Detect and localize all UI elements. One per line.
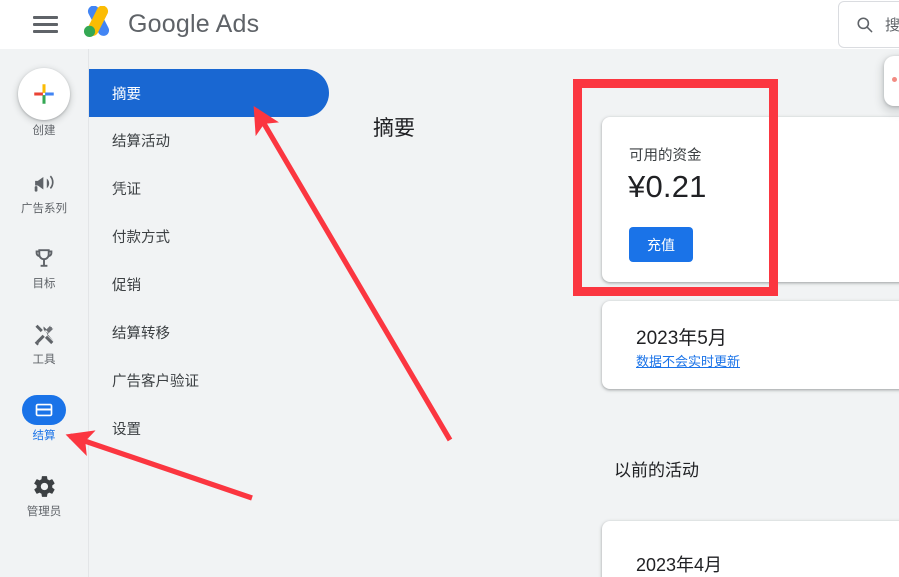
- gear-icon: [22, 471, 66, 501]
- sidebar-item-billing[interactable]: 结算: [0, 395, 88, 443]
- data-not-realtime-link[interactable]: 数据不会实时更新: [636, 351, 740, 370]
- sidebar-item-create-label: 创建: [32, 125, 56, 137]
- subnav-item-advertiser-verification-label: 广告客户验证: [112, 373, 199, 390]
- billing-card-icon: [22, 395, 66, 425]
- brand-google: Google: [128, 10, 210, 38]
- subnav-item-promotions-label: 促销: [112, 277, 141, 294]
- top-up-button[interactable]: 充值: [629, 227, 693, 262]
- billing-sub-nav: 摘要 结算活动 凭证 付款方式 促销 结算转移 广告客户验证 设置: [89, 49, 335, 577]
- subnav-item-summary[interactable]: 摘要: [89, 69, 329, 117]
- trophy-icon: [22, 243, 66, 273]
- subnav-item-payment-methods-label: 付款方式: [112, 229, 170, 246]
- subnav-item-billing-transfer[interactable]: 结算转移: [89, 308, 329, 356]
- available-funds-label: 可用的资金: [629, 148, 702, 164]
- subnav-item-settings[interactable]: 设置: [89, 404, 329, 452]
- status-dot-icon: [892, 77, 897, 82]
- subnav-item-documents-label: 凭证: [112, 181, 141, 198]
- sidebar-item-tools-label: 工具: [32, 354, 56, 366]
- available-funds-amount: ¥0.21: [628, 169, 707, 204]
- sidebar-item-goals[interactable]: 目标: [0, 243, 88, 291]
- current-month-title: 2023年5月: [636, 328, 727, 349]
- subnav-item-summary-label: 摘要: [112, 86, 141, 103]
- google-ads-logo[interactable]: Google Ads: [78, 6, 259, 42]
- previous-activity-month: 2023年4月: [636, 555, 723, 575]
- subnav-item-billing-activity[interactable]: 结算活动: [89, 116, 329, 164]
- subnav-item-promotions[interactable]: 促销: [89, 260, 329, 308]
- subnav-item-settings-label: 设置: [112, 421, 141, 438]
- sidebar-item-campaigns-label: 广告系列: [21, 203, 67, 215]
- main-content: 摘要 可用的资金 ¥0.21 充值 2023年5月 数据不会实时更新 四月 ¥2…: [335, 49, 899, 577]
- subnav-item-documents[interactable]: 凭证: [89, 164, 329, 212]
- hamburger-menu-icon[interactable]: [33, 15, 58, 34]
- subnav-item-advertiser-verification[interactable]: 广告客户验证: [89, 356, 329, 404]
- previous-activity-heading: 以前的活动: [614, 461, 699, 480]
- hamburger-line: [33, 16, 58, 19]
- top-app-bar: Google Ads 搜: [0, 0, 899, 49]
- search-input-text: 搜: [885, 17, 899, 34]
- current-month-card: 2023年5月 数据不会实时更新 四月 ¥20: [602, 301, 899, 389]
- sidebar-item-billing-label: 结算: [32, 430, 56, 442]
- tools-icon: [22, 319, 66, 349]
- previous-activity-card: 2023年4月: [602, 521, 899, 577]
- subnav-item-payment-methods[interactable]: 付款方式: [89, 212, 329, 260]
- plus-icon: [18, 68, 70, 120]
- megaphone-icon: [22, 168, 66, 198]
- hamburger-line: [33, 30, 58, 33]
- primary-nav-rail: 创建 广告系列 目标 工具 结算 管理员: [0, 49, 89, 577]
- sidebar-item-create[interactable]: 创建: [0, 68, 88, 138]
- google-ads-logo-icon: [83, 6, 109, 37]
- search-input[interactable]: 搜: [838, 1, 899, 48]
- hamburger-line: [33, 23, 58, 26]
- brand-ads: Ads: [215, 10, 260, 38]
- floating-notification-card[interactable]: [884, 56, 899, 106]
- sidebar-item-admin[interactable]: 管理员: [0, 471, 88, 519]
- subnav-item-billing-transfer-label: 结算转移: [112, 325, 170, 342]
- brand-text: Google Ads: [128, 6, 259, 42]
- search-icon: [857, 17, 873, 33]
- sidebar-item-campaigns[interactable]: 广告系列: [0, 168, 88, 216]
- available-funds-card: 可用的资金 ¥0.21 充值: [602, 117, 899, 282]
- sidebar-item-tools[interactable]: 工具: [0, 319, 88, 367]
- subnav-item-billing-activity-label: 结算活动: [112, 133, 170, 150]
- sidebar-item-goals-label: 目标: [32, 278, 56, 290]
- page-title: 摘要: [373, 117, 415, 140]
- sidebar-item-admin-label: 管理员: [26, 506, 62, 518]
